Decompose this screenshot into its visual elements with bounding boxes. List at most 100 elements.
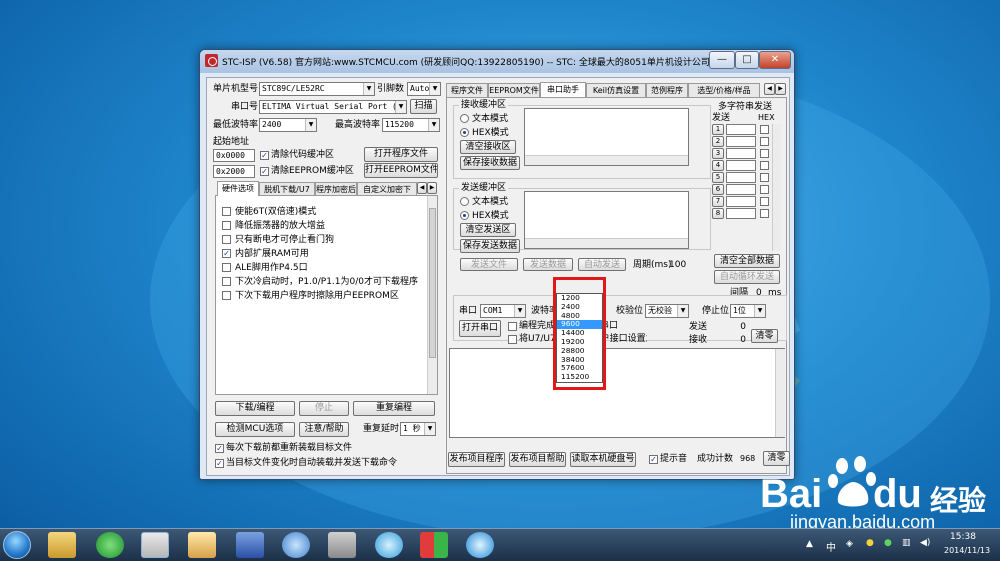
download-button[interactable]: 下载/编程: [215, 401, 295, 416]
stc-isp-taskbar-icon[interactable]: [141, 532, 169, 558]
multi-send-row-button[interactable]: 7: [712, 196, 724, 207]
scroll-thumb[interactable]: [429, 208, 436, 358]
usb-serial-checkbox[interactable]: [508, 335, 517, 344]
tab-keil[interactable]: Keil仿真设置: [586, 83, 646, 97]
repeat-program-button[interactable]: 重复编程: [353, 401, 435, 416]
app-icon-5[interactable]: [236, 532, 264, 558]
stop-bits-select[interactable]: 1位 ▼: [730, 304, 766, 318]
open-eeprom-button[interactable]: 打开EEPROM文件: [364, 163, 438, 178]
multi-send-input[interactable]: [726, 160, 756, 171]
option-row[interactable]: ✓ 内部扩展RAM可用: [222, 248, 427, 260]
clear-receive-button[interactable]: 清空接收区: [460, 140, 516, 154]
option-checkbox[interactable]: [222, 277, 231, 286]
tab-scroll-left[interactable]: ◀: [417, 182, 427, 194]
tray-app-icon[interactable]: ●: [866, 538, 874, 548]
multi-send-row-button[interactable]: 3: [712, 148, 724, 159]
browser-icon[interactable]: [96, 532, 124, 558]
multi-send-input[interactable]: [726, 208, 756, 219]
open-program-button[interactable]: 打开程序文件: [364, 147, 438, 162]
max-baud-select[interactable]: 115200 ▼: [382, 118, 440, 132]
multi-send-input[interactable]: [726, 184, 756, 195]
tray-expand-icon[interactable]: ▲: [806, 539, 813, 549]
app-icon-8[interactable]: [375, 532, 403, 558]
multi-hex-checkbox[interactable]: [760, 185, 769, 194]
serial-port-select[interactable]: COM1 ▼: [480, 304, 526, 318]
log-scrollbar[interactable]: [775, 349, 785, 437]
multi-hex-checkbox[interactable]: [760, 173, 769, 182]
maximize-button[interactable]: □: [735, 51, 759, 69]
recv-text-mode-radio[interactable]: [460, 114, 469, 123]
send-data-button[interactable]: 发送数据: [523, 258, 573, 271]
period-value[interactable]: 100: [669, 259, 686, 271]
read-disk-id-button[interactable]: 读取本机硬盘号: [570, 452, 636, 467]
parity-select[interactable]: 无校验 ▼: [645, 304, 689, 318]
mcu-type-select[interactable]: STC89C/LE52RC ▼: [259, 82, 375, 96]
multi-scrollbar[interactable]: [772, 124, 781, 251]
option-row[interactable]: 只有断电才可停止看门狗: [222, 234, 427, 246]
send-hscrollbar[interactable]: [525, 238, 688, 248]
shield-icon[interactable]: ◈: [846, 539, 853, 549]
multi-send-input[interactable]: [726, 136, 756, 147]
repeat-delay-select[interactable]: 1 秒 ▼: [400, 422, 436, 436]
multi-hex-checkbox[interactable]: [760, 149, 769, 158]
option-row[interactable]: 下次下载用户程序时擦除用户EEPROM区: [222, 290, 427, 302]
app-icon-10[interactable]: [466, 532, 494, 558]
send-file-button[interactable]: 发送文件: [460, 258, 518, 271]
network-icon[interactable]: ▥: [902, 538, 911, 548]
send-textarea[interactable]: [524, 191, 689, 249]
tab-scroll-right[interactable]: ▶: [775, 83, 786, 95]
multi-send-row-button[interactable]: 2: [712, 136, 724, 147]
clear-success-button[interactable]: 清零: [763, 451, 790, 466]
option-checkbox[interactable]: [222, 291, 231, 300]
explorer-icon[interactable]: [48, 532, 76, 558]
volume-icon[interactable]: ◀): [920, 538, 930, 548]
option-checkbox[interactable]: [222, 235, 231, 244]
tray-app-icon-2[interactable]: ●: [884, 538, 892, 548]
open-port-button[interactable]: 打开串口: [459, 320, 501, 337]
multi-send-row-button[interactable]: 8: [712, 208, 724, 219]
auto-loop-button[interactable]: 自动循环发送: [714, 270, 780, 284]
multi-hex-checkbox[interactable]: [760, 137, 769, 146]
option-row[interactable]: ALE脚用作P4.5口: [222, 262, 427, 274]
autoload-checkbox[interactable]: ✓: [215, 459, 224, 468]
pins-select[interactable]: Auto ▼: [407, 82, 441, 96]
tab-eeprom-file[interactable]: EEPROM文件: [488, 83, 540, 97]
beep-checkbox[interactable]: ✓: [649, 455, 658, 464]
send-text-mode-radio[interactable]: [460, 197, 469, 206]
multi-hex-checkbox[interactable]: [760, 197, 769, 206]
tab-offline[interactable]: 脱机下载/U7: [259, 182, 315, 196]
publish-program-button[interactable]: 发布项目程序: [448, 452, 505, 467]
multi-hex-checkbox[interactable]: [760, 209, 769, 218]
min-baud-select[interactable]: 2400 ▼: [259, 118, 317, 132]
tab-hardware[interactable]: 硬件选项: [217, 181, 259, 196]
detect-mcu-button[interactable]: 检测MCU选项: [215, 422, 295, 437]
multi-send-input[interactable]: [726, 124, 756, 135]
clock-date[interactable]: 2014/11/13: [944, 546, 990, 555]
options-scrollbar[interactable]: [427, 196, 437, 394]
code-address-input[interactable]: 0x0000: [213, 149, 255, 162]
clear-send-button[interactable]: 清空发送区: [460, 223, 516, 237]
tab-custom[interactable]: 自定义加密下: [357, 182, 417, 196]
tab-examples[interactable]: 范例程序: [646, 83, 688, 97]
auto-open-checkbox[interactable]: [508, 322, 517, 331]
tab-serial-assistant[interactable]: 串口助手: [540, 82, 586, 97]
multi-send-input[interactable]: [726, 196, 756, 207]
clear-code-checkbox[interactable]: ✓: [260, 151, 269, 160]
option-row[interactable]: 使能6T(双倍速)模式: [222, 206, 427, 218]
log-area[interactable]: [449, 348, 785, 438]
clear-eeprom-checkbox[interactable]: ✓: [260, 167, 269, 176]
scan-button[interactable]: 扫描: [410, 99, 437, 114]
save-receive-button[interactable]: 保存接收数据: [460, 156, 520, 170]
option-checkbox[interactable]: [222, 207, 231, 216]
tab-program-file[interactable]: 程序文件: [446, 83, 488, 97]
save-send-button[interactable]: 保存发送数据: [460, 239, 520, 253]
port-select[interactable]: ELTIMA Virtual Serial Port (C(▼: [259, 100, 407, 114]
multi-send-row-button[interactable]: 6: [712, 184, 724, 195]
clock-time[interactable]: 15:38: [950, 532, 976, 542]
ime-indicator[interactable]: 中: [826, 539, 836, 554]
option-checkbox[interactable]: [222, 221, 231, 230]
multi-hex-checkbox[interactable]: [760, 161, 769, 170]
tab-scroll-right[interactable]: ▶: [427, 182, 437, 194]
receive-textarea[interactable]: [524, 108, 689, 166]
multi-send-input[interactable]: [726, 172, 756, 183]
